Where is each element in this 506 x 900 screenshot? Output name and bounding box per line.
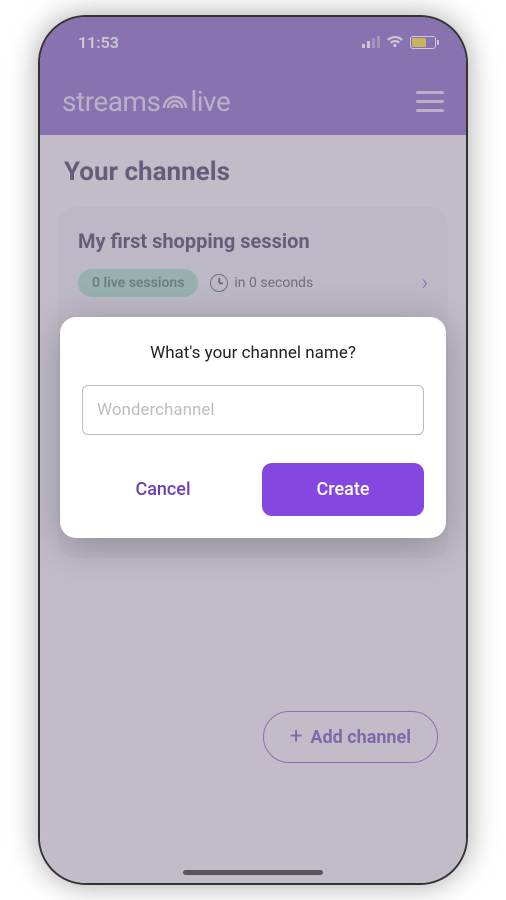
clock-icon [210, 274, 228, 292]
logo-text-prefix: streams [62, 85, 160, 118]
home-indicator[interactable] [183, 870, 323, 875]
app-header: streams live [40, 67, 466, 135]
live-sessions-badge: 0 live sessions [78, 269, 198, 297]
channel-name-modal: What's your channel name? Cancel Create [60, 317, 446, 538]
time-info: in 0 seconds [210, 274, 409, 292]
time-text: in 0 seconds [234, 275, 313, 291]
modal-title: What's your channel name? [82, 343, 424, 363]
status-time: 11:53 [78, 33, 119, 52]
channel-title: My first shopping session [78, 229, 428, 253]
logo-text-suffix: live [190, 85, 230, 118]
wifi-icon [386, 35, 404, 49]
channel-name-input[interactable] [82, 385, 424, 435]
add-channel-label: Add channel [310, 727, 411, 748]
status-bar: 11:53 [40, 17, 466, 67]
cancel-button[interactable]: Cancel [82, 463, 244, 516]
battery-icon [410, 36, 436, 49]
cellular-signal-icon [362, 35, 380, 49]
menu-button[interactable] [416, 91, 444, 112]
modal-actions: Cancel Create [82, 463, 424, 516]
app-logo: streams live [62, 85, 230, 118]
page-title: Your channels [58, 157, 448, 187]
logo-arc-icon [162, 92, 188, 110]
plus-icon: + [290, 726, 302, 748]
add-channel-button[interactable]: + Add channel [263, 711, 438, 763]
chevron-right-icon[interactable]: › [421, 271, 428, 296]
status-icons [362, 35, 436, 49]
create-button[interactable]: Create [262, 463, 424, 516]
channel-meta-row: 0 live sessions in 0 seconds › [78, 269, 428, 297]
device-frame: 11:53 streams [38, 15, 468, 885]
